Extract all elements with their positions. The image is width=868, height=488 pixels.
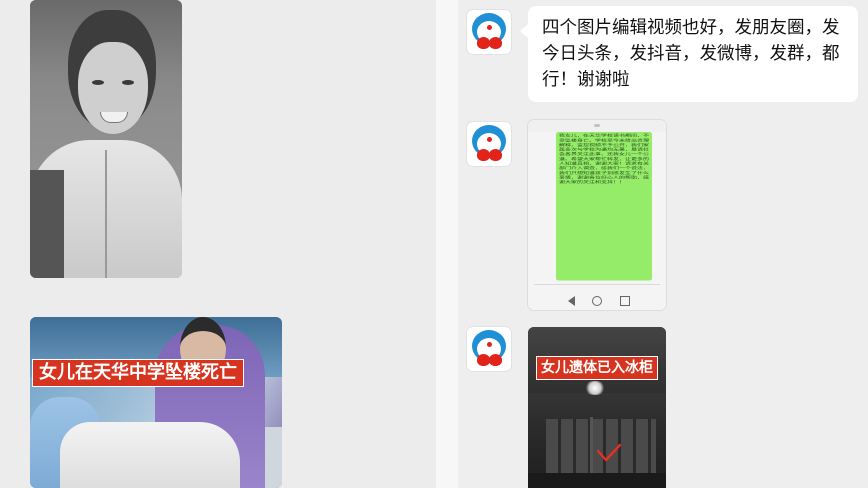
phone-nav-bar: [528, 292, 666, 310]
portrait-photo[interactable]: [30, 0, 182, 278]
photo-shadow: [30, 170, 64, 278]
avatar-nose: [487, 137, 492, 142]
heart-icon: [489, 149, 502, 161]
avatar-nose: [487, 25, 492, 30]
phone-status-indicator: [594, 124, 600, 127]
photo-eye-left: [92, 80, 104, 85]
sender-avatar[interactable]: [467, 122, 511, 166]
triangle-back-icon: [568, 296, 575, 306]
hospital-photo-caption: 女儿在天华中学坠楼死亡: [32, 359, 244, 387]
left-chat-pane: [0, 0, 436, 488]
circle-home-icon: [592, 296, 602, 306]
heart-icon: [489, 37, 502, 49]
morgue-photo-caption: 女儿遗体已入冰柜: [536, 356, 658, 380]
message-text: 四个图片编辑视频也好，发朋友圈，发今日头条，发抖音，发微博，发群，都行！谢谢啦: [542, 18, 840, 90]
check-mark-icon: [596, 443, 622, 462]
sender-avatar[interactable]: [467, 10, 511, 54]
sender-avatar[interactable]: [467, 327, 511, 371]
screenshot-message-bubble: 我女儿，在天华学校读书期间，不幸坠楼身亡。学校至今未给出合理解释，监控视频不予公…: [556, 132, 652, 281]
avatar-nose: [487, 342, 492, 347]
phone-screenshot-image[interactable]: 我女儿，在天华学校读书期间，不幸坠楼身亡。学校至今未给出合理解释，监控视频不予公…: [528, 120, 666, 310]
photo-ceiling-light: [584, 381, 606, 395]
message-bubble[interactable]: 四个图片编辑视频也好，发朋友圈，发今日头条，发抖音，发微博，发群，都行！谢谢啦: [520, 6, 858, 102]
heart-icon: [489, 354, 502, 366]
pane-divider: [436, 0, 458, 488]
phone-input-line: [534, 284, 660, 285]
morgue-photo[interactable]: [528, 327, 666, 488]
hospital-photo[interactable]: [30, 317, 282, 488]
photo-floor: [528, 473, 666, 488]
photo-blanket: [60, 422, 240, 488]
square-recent-icon: [620, 296, 630, 306]
photo-bed-rail: [265, 427, 282, 488]
photo-eye-right: [122, 80, 134, 85]
photo-zipper: [105, 150, 107, 278]
